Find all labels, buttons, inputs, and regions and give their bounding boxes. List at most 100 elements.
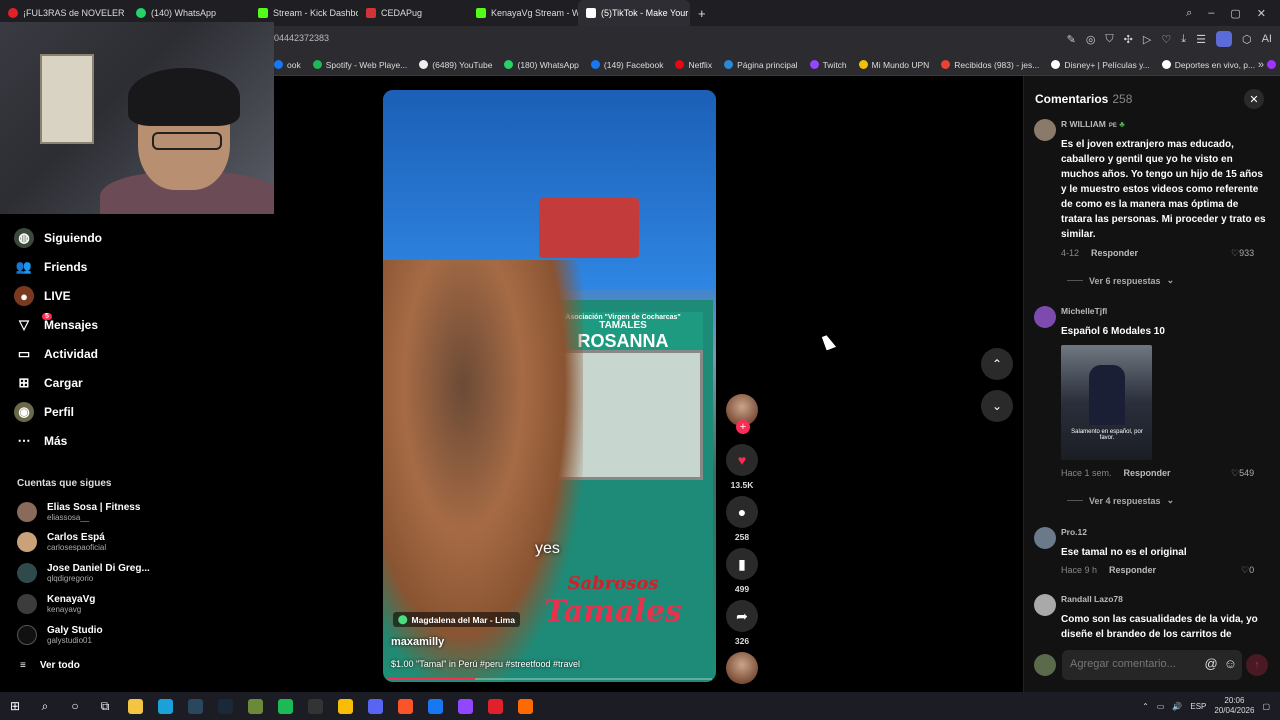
view-replies-link[interactable]: Ver 6 respuestas ⌄ (1067, 275, 1174, 286)
sidebar-item-profile[interactable]: ◉ Perfil (14, 402, 74, 422)
heart-icon[interactable]: ♥ (726, 444, 758, 476)
camera-icon[interactable]: ◎ (1086, 33, 1096, 46)
reply-link[interactable]: Responder (1124, 468, 1171, 478)
video-author[interactable]: maxamilly (391, 636, 444, 648)
brave-icon[interactable] (390, 692, 420, 720)
bookmark-item[interactable]: ook (274, 60, 301, 70)
cortana-icon[interactable]: ○ (60, 692, 90, 720)
avatar[interactable] (1034, 306, 1056, 328)
send-comment-button[interactable]: ↑ (1246, 654, 1268, 676)
sidebar-item-more[interactable]: ⋯ Más (14, 431, 68, 451)
steam-icon[interactable] (210, 692, 240, 720)
new-tab-button[interactable]: + (690, 0, 714, 26)
bookmark-item[interactable]: (149) Facebook (590, 60, 663, 70)
comment-author[interactable]: R WILLIAM PE ♣ (1061, 119, 1125, 129)
close-window-icon[interactable]: ✕ (1257, 7, 1266, 20)
bookmark-item[interactable]: (6489) YouTube (419, 60, 492, 70)
comment-author[interactable]: Pro.12 (1061, 527, 1087, 537)
download-icon[interactable]: ⤓ (1181, 33, 1186, 46)
epic-icon[interactable] (300, 692, 330, 720)
emoji-icon[interactable]: ☺ (1224, 656, 1237, 671)
followed-account[interactable]: Carlos Espá carlosespaoficial (17, 532, 106, 552)
discord-icon[interactable] (360, 692, 390, 720)
video-progress-bar[interactable] (387, 678, 712, 680)
followed-account[interactable]: Galy Studio galystudio01 (17, 625, 103, 645)
profile-avatar-icon[interactable] (1215, 31, 1232, 47)
sidebar-item-activity[interactable]: ▭ Actividad (14, 344, 98, 364)
windows-start-icon[interactable]: ⊞ (0, 692, 30, 720)
bookmark-item[interactable]: Messenger (1267, 60, 1280, 70)
comment-image[interactable]: Salamento en español, por favor. (1061, 345, 1152, 460)
bookmark-item[interactable]: Netflix (675, 60, 712, 70)
ai-icon[interactable]: AI (1262, 33, 1272, 45)
share-icon[interactable]: ➦ (726, 600, 758, 632)
avatar[interactable] (1034, 594, 1056, 616)
language-indicator[interactable]: ESP (1190, 702, 1206, 711)
url-field[interactable]: 04442372383 (274, 33, 329, 43)
sidebar-item-live[interactable]: ● LIVE (14, 286, 71, 306)
previous-video-button[interactable]: ⌃ (981, 348, 1013, 380)
bookmark-item[interactable]: Spotify - Web Playe... (312, 60, 407, 70)
heart-icon[interactable]: ♡ (1161, 33, 1171, 46)
share-action[interactable]: ➦ 326 (726, 600, 758, 646)
mention-icon[interactable]: @ (1205, 656, 1218, 671)
comment-like-button[interactable]: ♡0 (1241, 565, 1254, 576)
view-replies-link[interactable]: Ver 4 respuestas ⌄ (1067, 495, 1174, 506)
steam-like-icon[interactable] (180, 692, 210, 720)
bookmark-item[interactable]: (180) WhatsApp (504, 60, 579, 70)
search-tabs-icon[interactable]: ⌕ (1186, 7, 1192, 20)
bookmark-item[interactable]: Recibidos (983) - jes... (941, 60, 1039, 70)
twitch-icon[interactable] (450, 692, 480, 720)
chrome-icon[interactable] (330, 692, 360, 720)
cube-icon[interactable]: ⬡ (1242, 33, 1252, 46)
shield-icon[interactable]: ⛉ (1105, 33, 1113, 46)
sidebar-item-friends[interactable]: 👥 Friends (14, 257, 87, 277)
play-icon[interactable]: ▷ (1143, 33, 1151, 46)
tab-kenayavg-stream[interactable]: KenayaVg Stream - Watch (468, 0, 578, 26)
tray-chevron-icon[interactable]: ⌃ (1142, 702, 1149, 711)
sidebar-item-messages[interactable]: ▽ 5 Mensajes (14, 313, 98, 335)
notification-icon[interactable]: ▢ (1262, 702, 1270, 711)
avatar[interactable] (1034, 527, 1056, 549)
volume-icon[interactable]: 🔊 (1172, 702, 1182, 711)
maximize-icon[interactable]: ▢ (1230, 7, 1240, 20)
followed-account[interactable]: KenayaVg kenayavg (17, 594, 95, 614)
location-tag[interactable]: ⬤ Magdalena del Mar - Lima (393, 612, 520, 627)
search-icon[interactable]: ⌕ (30, 692, 60, 720)
network-icon[interactable]: ▭ (1157, 702, 1165, 711)
save-action[interactable]: ▮ 499 (726, 548, 758, 594)
clock[interactable]: 20:06 20/04/2026 (1214, 696, 1254, 716)
tab-cedapug[interactable]: CEDAPug (358, 0, 468, 26)
edit-icon[interactable]: ✎ (1067, 33, 1076, 46)
bookmark-item[interactable]: Disney+ | Películas y... (1051, 60, 1150, 70)
file-explorer-icon[interactable] (120, 692, 150, 720)
avatar[interactable] (1034, 119, 1056, 141)
facebook-icon[interactable] (420, 692, 450, 720)
extensions-icon[interactable]: ✣ (1124, 33, 1133, 46)
comment-icon[interactable]: ● (726, 496, 758, 528)
author-avatar-button[interactable]: + (726, 394, 758, 434)
sidebar-item-upload[interactable]: ⊞ Cargar (14, 373, 83, 393)
video-player[interactable]: Asociación "Virgen de Cocharcas" TAMALES… (383, 90, 716, 682)
sound-avatar-button[interactable] (726, 652, 758, 684)
bookmark-item[interactable]: Página principal (724, 60, 798, 70)
reply-link[interactable]: Responder (1109, 565, 1156, 575)
opera-icon[interactable] (480, 692, 510, 720)
comment-author[interactable]: MichelleTjfl (1061, 306, 1107, 316)
comment-action[interactable]: ● 258 (726, 496, 758, 542)
minimize-icon[interactable]: – (1208, 7, 1214, 19)
tab-tiktok[interactable]: (5)TikTok - Make Your (578, 0, 690, 26)
edge-icon[interactable] (150, 692, 180, 720)
bookmarks-overflow-icon[interactable]: » (1258, 59, 1264, 71)
comment-like-button[interactable]: ♡933 (1231, 248, 1254, 259)
spotify-icon[interactable] (270, 692, 300, 720)
comment-like-button[interactable]: ♡549 (1231, 468, 1254, 479)
bookmark-item[interactable]: Mi Mundo UPN (858, 60, 929, 70)
menu-icon[interactable]: ☰ (1196, 33, 1206, 46)
reply-link[interactable]: Responder (1091, 248, 1138, 258)
close-comments-button[interactable]: ✕ (1244, 89, 1264, 109)
followed-account[interactable]: Jose Daniel Di Greg... qlqdigregorio (17, 563, 150, 583)
next-video-button[interactable]: ⌄ (981, 390, 1013, 422)
followed-account[interactable]: Elias Sosa | Fitness eliassosa__ (17, 502, 140, 522)
app-orange-icon[interactable] (510, 692, 540, 720)
